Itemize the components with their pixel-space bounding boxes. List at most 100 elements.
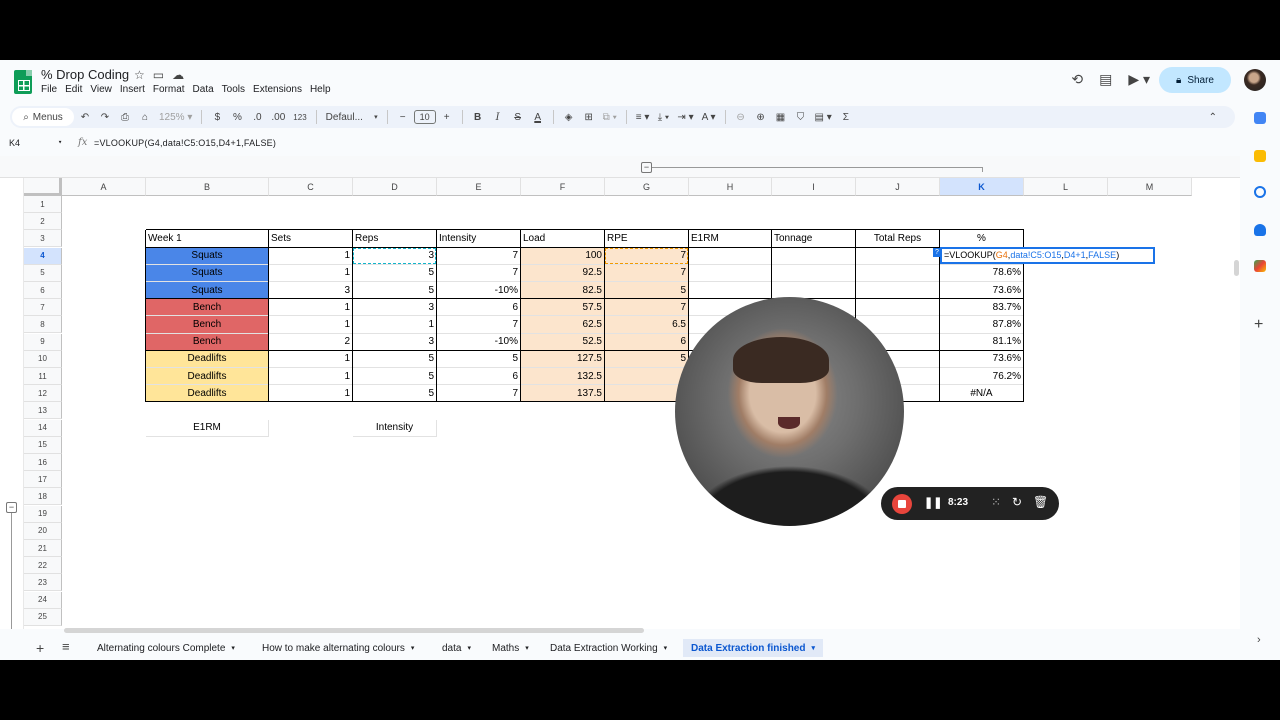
text-wrap-icon[interactable]: ⇥ ▾ bbox=[674, 108, 696, 126]
italic-button[interactable]: I bbox=[489, 108, 507, 126]
menu-file[interactable]: File bbox=[41, 84, 61, 95]
functions-button[interactable]: Σ bbox=[837, 108, 855, 126]
exercise-cell[interactable]: Deadlifts bbox=[146, 385, 269, 403]
exercise-cell[interactable]: Squats bbox=[146, 264, 269, 282]
sets-cell[interactable]: 1 bbox=[269, 316, 353, 334]
rpe-cell[interactable]: 7 bbox=[605, 264, 689, 282]
row-header-14[interactable]: 14 bbox=[24, 419, 62, 437]
sheet-tab[interactable]: How to make alternating colours ▾ bbox=[254, 639, 422, 657]
column-header-i[interactable]: I bbox=[772, 178, 856, 196]
sheet-tab[interactable]: Maths ▾ bbox=[484, 639, 537, 657]
meet-icon[interactable]: ▶ ▾ bbox=[1128, 71, 1150, 88]
pause-icon[interactable]: ❚❚ bbox=[924, 496, 942, 509]
comments-icon[interactable]: ▤ bbox=[1099, 71, 1112, 88]
row-header-13[interactable]: 13 bbox=[24, 402, 62, 420]
rpe-cell[interactable]: 5 bbox=[605, 282, 689, 300]
sheet-tab[interactable]: Alternating colours Complete ▾ bbox=[89, 639, 243, 657]
intensity-cell[interactable]: 7 bbox=[437, 316, 521, 334]
exercise-cell[interactable]: Squats bbox=[146, 282, 269, 300]
sheet-grid[interactable]: − − ABCDEFGHIJKLM 1 2 3 4 5 6 7 8 9 10 11 12 13 14 15 1… bbox=[0, 156, 1240, 629]
scroll-thumb[interactable] bbox=[1234, 260, 1239, 276]
restart-icon[interactable]: ↻ bbox=[1012, 495, 1022, 509]
merge-cells-icon[interactable]: ⧉ ▾ bbox=[600, 108, 620, 126]
exercise-cell[interactable]: Bench bbox=[146, 333, 269, 351]
e1rm-cell[interactable] bbox=[689, 282, 772, 300]
row-header-17[interactable]: 17 bbox=[24, 471, 62, 489]
percent-cell[interactable]: 83.7% bbox=[940, 299, 1024, 317]
column-header-a[interactable]: A bbox=[62, 178, 146, 196]
chevron-down-icon[interactable]: ▾ bbox=[811, 644, 815, 652]
drag-handle-icon[interactable]: ⁙ bbox=[991, 495, 1001, 509]
keep-icon[interactable] bbox=[1254, 150, 1266, 162]
collapse-menu-icon[interactable]: ⌃ bbox=[1209, 112, 1217, 123]
total-reps-cell[interactable] bbox=[856, 282, 940, 300]
formula-input[interactable]: =VLOOKUP(G4,data!C5:O15,D4+1,FALSE) bbox=[94, 138, 276, 148]
row-header-24[interactable]: 24 bbox=[24, 591, 62, 609]
menu-edit[interactable]: Edit bbox=[65, 84, 86, 95]
filter-icon[interactable]: ⛉ bbox=[792, 108, 810, 126]
e1rm-label-cell[interactable]: E1RM bbox=[146, 419, 269, 437]
row-header-23[interactable]: 23 bbox=[24, 574, 62, 592]
load-cell[interactable]: 132.5 bbox=[521, 368, 605, 386]
load-cell[interactable]: 137.5 bbox=[521, 385, 605, 403]
table-header-cell[interactable]: Reps bbox=[353, 230, 437, 248]
sets-cell[interactable]: 2 bbox=[269, 333, 353, 351]
contacts-icon[interactable] bbox=[1254, 224, 1266, 236]
load-cell[interactable]: 82.5 bbox=[521, 282, 605, 300]
row-header-25[interactable]: 25 bbox=[24, 608, 62, 626]
reps-cell[interactable]: 3 bbox=[353, 299, 437, 317]
chevron-down-icon[interactable]: ▾ bbox=[231, 644, 235, 652]
align-icon[interactable]: ≡ ▾ bbox=[633, 108, 653, 126]
sets-cell[interactable]: 1 bbox=[269, 264, 353, 282]
reps-cell[interactable]: 5 bbox=[353, 385, 437, 403]
webcam-bubble[interactable] bbox=[675, 297, 904, 526]
percent-cell[interactable]: 73.6% bbox=[940, 350, 1024, 368]
share-button[interactable]: 🔒︎ Share bbox=[1159, 67, 1231, 93]
redo-icon[interactable]: ↷ bbox=[96, 108, 114, 126]
menu-format[interactable]: Format bbox=[153, 84, 189, 95]
load-cell[interactable]: 100 bbox=[521, 247, 605, 265]
print-icon[interactable]: ⎙ bbox=[116, 108, 134, 126]
fill-color-icon[interactable]: ◈ bbox=[560, 108, 578, 126]
intensity-cell[interactable]: 7 bbox=[437, 264, 521, 282]
row-header-12[interactable]: 12 bbox=[24, 385, 62, 403]
active-cell[interactable]: =VLOOKUP(G4, data!C5:O15, D4+1, FALSE)? bbox=[933, 246, 1155, 265]
exercise-cell[interactable]: Squats bbox=[146, 247, 269, 265]
row-header-6[interactable]: 6 bbox=[24, 282, 62, 299]
text-color-button[interactable]: A bbox=[529, 108, 547, 126]
e1rm-cell[interactable] bbox=[689, 264, 772, 282]
table-header-cell[interactable]: RPE bbox=[605, 230, 689, 248]
currency-button[interactable]: $ bbox=[208, 108, 226, 126]
reps-cell[interactable]: 3 bbox=[353, 333, 437, 351]
table-header-cell[interactable]: Sets bbox=[269, 230, 353, 248]
select-all-corner[interactable] bbox=[24, 178, 62, 196]
avatar[interactable] bbox=[1244, 69, 1266, 91]
zoom-select[interactable]: 125% ▾ bbox=[156, 108, 195, 126]
formula-editor[interactable]: =VLOOKUP(G4, data!C5:O15, D4+1, FALSE)? bbox=[933, 246, 1155, 264]
row-header-9[interactable]: 9 bbox=[24, 333, 62, 351]
number-format-button[interactable]: 123 bbox=[290, 108, 309, 126]
percent-cell[interactable]: 78.6% bbox=[940, 264, 1024, 282]
table-header-cell[interactable]: % bbox=[940, 230, 1024, 248]
table-header-cell[interactable]: Load bbox=[521, 230, 605, 248]
menu-view[interactable]: View bbox=[90, 84, 116, 95]
rpe-cell[interactable]: 6.5 bbox=[605, 316, 689, 334]
intensity-cell[interactable]: 6 bbox=[437, 299, 521, 317]
calendar-icon[interactable] bbox=[1254, 112, 1266, 124]
percent-button[interactable]: % bbox=[228, 108, 246, 126]
row-header-20[interactable]: 20 bbox=[24, 522, 62, 540]
name-box[interactable]: K4 bbox=[9, 138, 20, 148]
load-cell[interactable]: 62.5 bbox=[521, 316, 605, 334]
move-folder-icon[interactable]: ▭ bbox=[153, 68, 164, 82]
percent-cell[interactable]: 73.6% bbox=[940, 282, 1024, 300]
chevron-down-icon[interactable]: ▾ bbox=[58, 138, 62, 147]
strikethrough-button[interactable]: S bbox=[509, 108, 527, 126]
column-header-f[interactable]: F bbox=[521, 178, 605, 196]
document-title[interactable]: % Drop Coding bbox=[41, 67, 129, 82]
decrease-decimal-button[interactable]: .0 bbox=[248, 108, 266, 126]
intensity-cell[interactable]: -10% bbox=[437, 282, 521, 300]
percent-cell[interactable]: 87.8% bbox=[940, 316, 1024, 334]
undo-icon[interactable]: ↶ bbox=[76, 108, 94, 126]
comment-icon[interactable]: ⊕ bbox=[752, 108, 770, 126]
horizontal-scrollbar[interactable] bbox=[62, 627, 1232, 634]
